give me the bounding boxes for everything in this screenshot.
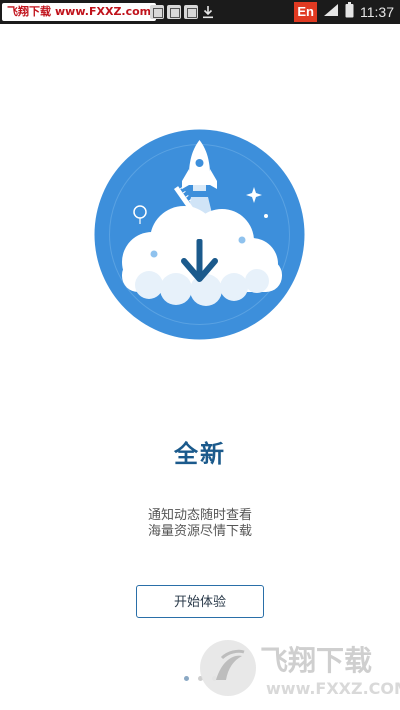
battery-icon bbox=[345, 2, 354, 22]
download-icon bbox=[201, 4, 215, 20]
watermark-url-text: www.FXXZ.COM bbox=[266, 679, 400, 698]
page-dot bbox=[184, 676, 189, 681]
watermark-url: www.FXXZ.com bbox=[55, 5, 152, 18]
clock: 11:37 bbox=[360, 4, 394, 20]
start-experience-button[interactable]: 开始体验 bbox=[136, 585, 264, 618]
notification-icon bbox=[167, 5, 181, 19]
watermark-brand-text: 飞翔下载 bbox=[260, 644, 372, 677]
notification-icon bbox=[184, 5, 198, 19]
notification-icon bbox=[150, 5, 164, 19]
signal-icon bbox=[323, 3, 339, 21]
status-bar: 飞翔下载 www.FXXZ.com En 11:37 bbox=[0, 0, 400, 24]
rocket-cloud-illustration bbox=[94, 129, 305, 340]
site-watermark: 飞翔下载 www.FXXZ.COM bbox=[198, 636, 400, 702]
language-badge: En bbox=[294, 2, 317, 22]
page-title: 全新 bbox=[174, 440, 226, 468]
notification-icons bbox=[150, 3, 215, 21]
description-line-2: 海量资源尽情下载 bbox=[147, 524, 252, 539]
watermark-site-name: 飞翔下载 bbox=[7, 5, 51, 18]
top-watermark: 飞翔下载 www.FXXZ.com bbox=[2, 3, 157, 21]
